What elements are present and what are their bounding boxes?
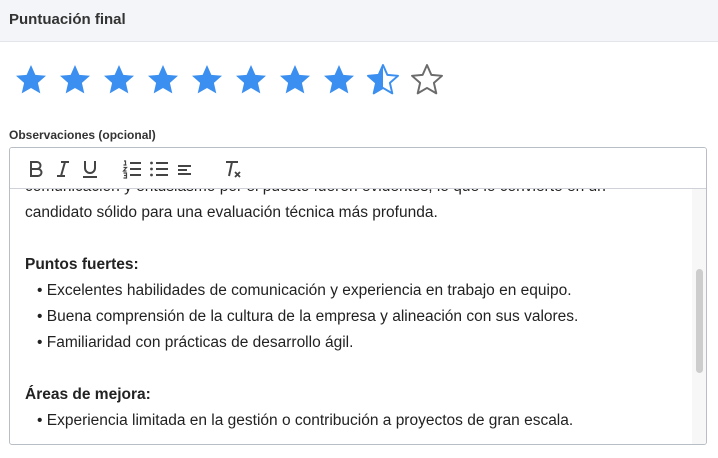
bold-icon — [30, 161, 43, 177]
star-filled-icon — [192, 65, 222, 94]
scrollbar-thumb[interactable] — [696, 269, 703, 373]
star-3[interactable] — [101, 62, 137, 98]
observations-editor[interactable]: comunicación y entusiasmo por el puesto … — [9, 147, 707, 445]
star-filled-icon — [280, 65, 310, 94]
star-2[interactable] — [57, 62, 93, 98]
bullet-list-icon — [150, 161, 168, 177]
star-half-icon — [367, 64, 399, 95]
bullet-list-button[interactable] — [147, 157, 171, 181]
star-filled-icon — [236, 65, 266, 94]
star-8[interactable] — [321, 62, 357, 98]
align-left-icon — [178, 165, 191, 175]
star-filled-icon — [60, 65, 90, 94]
star-6[interactable] — [233, 62, 269, 98]
star-filled-icon — [148, 65, 178, 94]
clear-format-button[interactable] — [220, 157, 244, 181]
section-title: Puntuación final — [9, 11, 126, 28]
star-4[interactable] — [145, 62, 181, 98]
ordered-list-button[interactable] — [120, 157, 144, 181]
list-item: • Familiaridad con prácticas de desarrol… — [37, 334, 354, 351]
editor-toolbar — [10, 148, 706, 189]
star-filled-icon — [324, 65, 354, 94]
star-1[interactable] — [13, 62, 49, 98]
paragraph-line: candidato sólido para una evaluación téc… — [25, 204, 438, 221]
italic-icon — [57, 161, 69, 177]
underline-icon — [83, 161, 97, 178]
star-rating[interactable] — [13, 62, 453, 98]
paragraph-line: comunicación y entusiasmo por el puesto … — [25, 189, 685, 200]
strengths-heading: Puntos fuertes: — [25, 256, 139, 273]
editor-scrollbar[interactable] — [692, 189, 706, 444]
italic-button[interactable] — [51, 157, 75, 181]
list-item: • Buena comprensión de la cultura de la … — [37, 308, 579, 325]
star-5[interactable] — [189, 62, 225, 98]
underline-button[interactable] — [78, 157, 102, 181]
observations-label: Observaciones (opcional) — [9, 128, 156, 142]
list-item: • Excelentes habilidades de comunicación… — [37, 282, 572, 299]
star-filled-icon — [16, 65, 46, 94]
editor-content[interactable]: comunicación y entusiasmo por el puesto … — [10, 189, 694, 444]
align-button[interactable] — [174, 157, 198, 181]
bold-button[interactable] — [24, 157, 48, 181]
star-7[interactable] — [277, 62, 313, 98]
list-item: • Experiencia limitada en la gestión o c… — [37, 412, 574, 429]
section-header: Puntuación final — [0, 0, 718, 42]
clear-format-icon — [226, 161, 241, 178]
star-9[interactable] — [365, 62, 401, 98]
improvements-heading: Áreas de mejora: — [25, 386, 151, 403]
star-10[interactable] — [409, 62, 445, 98]
star-empty-icon — [411, 64, 443, 95]
ordered-list-icon — [122, 160, 141, 179]
star-filled-icon — [104, 65, 134, 94]
